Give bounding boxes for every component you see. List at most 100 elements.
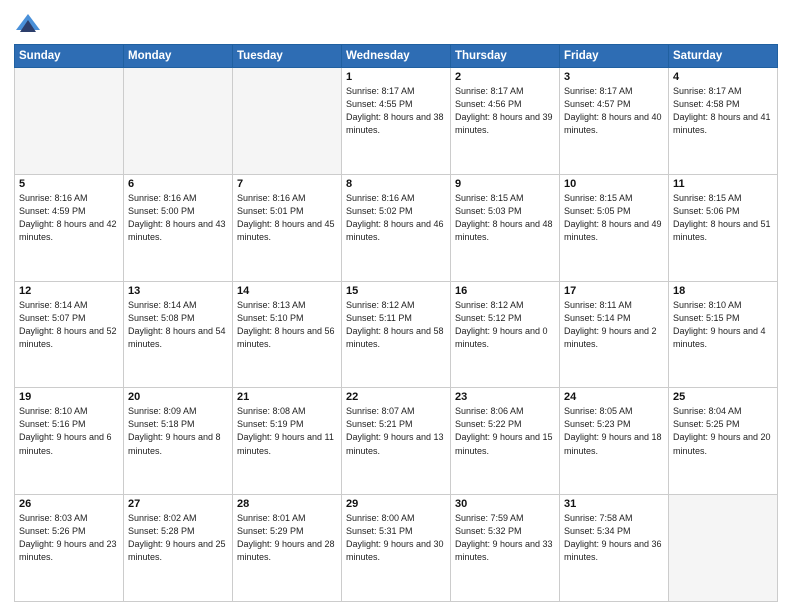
day-number: 17 bbox=[564, 285, 664, 297]
day-info: Sunrise: 8:08 AM Sunset: 5:19 PM Dayligh… bbox=[237, 405, 337, 457]
calendar-cell: 8 Sunrise: 8:16 AM Sunset: 5:02 PM Daylig… bbox=[342, 174, 451, 281]
calendar-cell: 23Sunrise: 8:06 AM Sunset: 5:22 PM Dayli… bbox=[451, 388, 560, 495]
week-row-3: 12Sunrise: 8:14 AM Sunset: 5:07 PM Dayli… bbox=[15, 281, 778, 388]
calendar-cell: 24Sunrise: 8:05 AM Sunset: 5:23 PM Dayli… bbox=[560, 388, 669, 495]
day-number: 1 bbox=[346, 71, 446, 83]
calendar-cell: 11 Sunrise: 8:15 AM Sunset: 5:06 PM Dayli… bbox=[669, 174, 778, 281]
day-number: 16 bbox=[455, 285, 555, 297]
calendar-cell: 9 Sunrise: 8:15 AM Sunset: 5:03 PM Daylig… bbox=[451, 174, 560, 281]
weekday-header-tuesday: Tuesday bbox=[233, 45, 342, 68]
day-info: Sunrise: 8:00 AM Sunset: 5:31 PM Dayligh… bbox=[346, 512, 446, 564]
calendar-cell: 14Sunrise: 8:13 AM Sunset: 5:10 PM Dayli… bbox=[233, 281, 342, 388]
day-number: 8 bbox=[346, 178, 446, 190]
day-info: Sunrise: 8:04 AM Sunset: 5:25 PM Dayligh… bbox=[673, 405, 773, 457]
day-info: Sunrise: 8:02 AM Sunset: 5:28 PM Dayligh… bbox=[128, 512, 228, 564]
day-info: Sunrise: 8:16 AM Sunset: 5:02 PM Dayligh… bbox=[346, 192, 446, 244]
calendar-table: SundayMondayTuesdayWednesdayThursdayFrid… bbox=[14, 44, 778, 602]
day-info: Sunrise: 8:16 AM Sunset: 5:00 PM Dayligh… bbox=[128, 192, 228, 244]
day-info: Sunrise: 8:03 AM Sunset: 5:26 PM Dayligh… bbox=[19, 512, 119, 564]
day-info: Sunrise: 8:17 AM Sunset: 4:56 PM Dayligh… bbox=[455, 85, 555, 137]
day-info: Sunrise: 8:10 AM Sunset: 5:16 PM Dayligh… bbox=[19, 405, 119, 457]
day-number: 25 bbox=[673, 391, 773, 403]
day-number: 9 bbox=[455, 178, 555, 190]
calendar-cell: 28 Sunrise: 8:01 AM Sunset: 5:29 PM Dayli… bbox=[233, 495, 342, 602]
day-info: Sunrise: 8:16 AM Sunset: 4:59 PM Dayligh… bbox=[19, 192, 119, 244]
calendar-cell: 25 Sunrise: 8:04 AM Sunset: 5:25 PM Dayli… bbox=[669, 388, 778, 495]
day-number: 4 bbox=[673, 71, 773, 83]
week-row-1: 1 Sunrise: 8:17 AM Sunset: 4:55 PM Daylig… bbox=[15, 68, 778, 175]
calendar-cell bbox=[15, 68, 124, 175]
header bbox=[14, 10, 778, 38]
week-row-2: 5 Sunrise: 8:16 AM Sunset: 4:59 PM Daylig… bbox=[15, 174, 778, 281]
calendar-cell bbox=[233, 68, 342, 175]
calendar-cell bbox=[124, 68, 233, 175]
day-number: 30 bbox=[455, 498, 555, 510]
weekday-header-wednesday: Wednesday bbox=[342, 45, 451, 68]
weekday-header-monday: Monday bbox=[124, 45, 233, 68]
day-number: 28 bbox=[237, 498, 337, 510]
day-info: Sunrise: 8:01 AM Sunset: 5:29 PM Dayligh… bbox=[237, 512, 337, 564]
day-number: 21 bbox=[237, 391, 337, 403]
day-info: Sunrise: 8:12 AM Sunset: 5:12 PM Dayligh… bbox=[455, 299, 555, 351]
calendar-cell: 20Sunrise: 8:09 AM Sunset: 5:18 PM Dayli… bbox=[124, 388, 233, 495]
calendar-cell: 10 Sunrise: 8:15 AM Sunset: 5:05 PM Dayli… bbox=[560, 174, 669, 281]
day-number: 31 bbox=[564, 498, 664, 510]
calendar-cell: 21 Sunrise: 8:08 AM Sunset: 5:19 PM Dayli… bbox=[233, 388, 342, 495]
weekday-header-sunday: Sunday bbox=[15, 45, 124, 68]
day-number: 27 bbox=[128, 498, 228, 510]
weekday-header-saturday: Saturday bbox=[669, 45, 778, 68]
page: SundayMondayTuesdayWednesdayThursdayFrid… bbox=[0, 0, 792, 612]
day-number: 20 bbox=[128, 391, 228, 403]
day-info: Sunrise: 8:17 AM Sunset: 4:57 PM Dayligh… bbox=[564, 85, 664, 137]
week-row-5: 26 Sunrise: 8:03 AM Sunset: 5:26 PM Dayli… bbox=[15, 495, 778, 602]
day-info: Sunrise: 8:17 AM Sunset: 4:55 PM Dayligh… bbox=[346, 85, 446, 137]
calendar-cell: 7Sunrise: 8:16 AM Sunset: 5:01 PM Daylig… bbox=[233, 174, 342, 281]
calendar-cell bbox=[669, 495, 778, 602]
day-info: Sunrise: 8:13 AM Sunset: 5:10 PM Dayligh… bbox=[237, 299, 337, 351]
day-number: 26 bbox=[19, 498, 119, 510]
day-number: 24 bbox=[564, 391, 664, 403]
logo-icon bbox=[14, 10, 42, 38]
day-number: 3 bbox=[564, 71, 664, 83]
day-info: Sunrise: 8:14 AM Sunset: 5:07 PM Dayligh… bbox=[19, 299, 119, 351]
calendar-cell: 12Sunrise: 8:14 AM Sunset: 5:07 PM Dayli… bbox=[15, 281, 124, 388]
day-info: Sunrise: 8:06 AM Sunset: 5:22 PM Dayligh… bbox=[455, 405, 555, 457]
calendar-cell: 13Sunrise: 8:14 AM Sunset: 5:08 PM Dayli… bbox=[124, 281, 233, 388]
calendar-cell: 26 Sunrise: 8:03 AM Sunset: 5:26 PM Dayli… bbox=[15, 495, 124, 602]
day-info: Sunrise: 8:15 AM Sunset: 5:05 PM Dayligh… bbox=[564, 192, 664, 244]
weekday-header-thursday: Thursday bbox=[451, 45, 560, 68]
calendar-cell: 15 Sunrise: 8:12 AM Sunset: 5:11 PM Dayli… bbox=[342, 281, 451, 388]
calendar-cell: 3 Sunrise: 8:17 AM Sunset: 4:57 PM Daylig… bbox=[560, 68, 669, 175]
day-number: 29 bbox=[346, 498, 446, 510]
day-number: 10 bbox=[564, 178, 664, 190]
logo bbox=[14, 10, 46, 38]
day-info: Sunrise: 8:07 AM Sunset: 5:21 PM Dayligh… bbox=[346, 405, 446, 457]
day-number: 5 bbox=[19, 178, 119, 190]
calendar-cell: 17 Sunrise: 8:11 AM Sunset: 5:14 PM Dayli… bbox=[560, 281, 669, 388]
day-info: Sunrise: 8:17 AM Sunset: 4:58 PM Dayligh… bbox=[673, 85, 773, 137]
day-info: Sunrise: 7:58 AM Sunset: 5:34 PM Dayligh… bbox=[564, 512, 664, 564]
calendar-cell: 16 Sunrise: 8:12 AM Sunset: 5:12 PM Dayli… bbox=[451, 281, 560, 388]
day-number: 6 bbox=[128, 178, 228, 190]
day-number: 11 bbox=[673, 178, 773, 190]
calendar-cell: 2Sunrise: 8:17 AM Sunset: 4:56 PM Daylig… bbox=[451, 68, 560, 175]
calendar-cell: 1 Sunrise: 8:17 AM Sunset: 4:55 PM Daylig… bbox=[342, 68, 451, 175]
calendar-cell: 6 Sunrise: 8:16 AM Sunset: 5:00 PM Daylig… bbox=[124, 174, 233, 281]
calendar-cell: 30Sunrise: 7:59 AM Sunset: 5:32 PM Dayli… bbox=[451, 495, 560, 602]
calendar-cell: 19 Sunrise: 8:10 AM Sunset: 5:16 PM Dayli… bbox=[15, 388, 124, 495]
week-row-4: 19 Sunrise: 8:10 AM Sunset: 5:16 PM Dayli… bbox=[15, 388, 778, 495]
day-info: Sunrise: 8:15 AM Sunset: 5:03 PM Dayligh… bbox=[455, 192, 555, 244]
calendar-cell: 4 Sunrise: 8:17 AM Sunset: 4:58 PM Daylig… bbox=[669, 68, 778, 175]
weekday-header-row: SundayMondayTuesdayWednesdayThursdayFrid… bbox=[15, 45, 778, 68]
day-number: 18 bbox=[673, 285, 773, 297]
day-number: 13 bbox=[128, 285, 228, 297]
day-info: Sunrise: 8:11 AM Sunset: 5:14 PM Dayligh… bbox=[564, 299, 664, 351]
day-info: Sunrise: 8:12 AM Sunset: 5:11 PM Dayligh… bbox=[346, 299, 446, 351]
day-number: 19 bbox=[19, 391, 119, 403]
weekday-header-friday: Friday bbox=[560, 45, 669, 68]
day-number: 15 bbox=[346, 285, 446, 297]
calendar-cell: 31 Sunrise: 7:58 AM Sunset: 5:34 PM Dayli… bbox=[560, 495, 669, 602]
day-info: Sunrise: 8:15 AM Sunset: 5:06 PM Dayligh… bbox=[673, 192, 773, 244]
calendar-cell: 27 Sunrise: 8:02 AM Sunset: 5:28 PM Dayli… bbox=[124, 495, 233, 602]
calendar-cell: 18Sunrise: 8:10 AM Sunset: 5:15 PM Dayli… bbox=[669, 281, 778, 388]
